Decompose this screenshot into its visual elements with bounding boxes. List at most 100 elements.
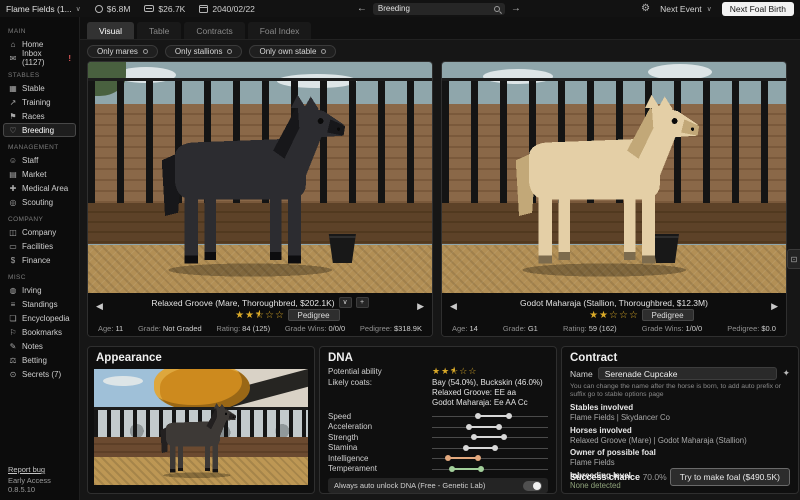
sidebar-item-staff[interactable]: ☺Staff [3,153,76,167]
horse-stats: Age:11Grade:Not GradedRating:84 (125)Gra… [88,322,432,333]
chevron-down-icon: ∨ [76,5,81,13]
tab-contracts[interactable]: Contracts [184,22,244,39]
horse-sprite [129,85,391,282]
appearance-panel: Appearance [87,346,315,494]
pedigree-button[interactable]: Pedigree [642,309,694,321]
notes-icon: ✎ [8,342,18,351]
foal-sprite [147,399,255,480]
filter-only-mares[interactable]: Only mares [87,45,158,58]
horse-caption: ◀ ▶ Relaxed Groove (Mare, Thoroughbred, … [88,293,432,336]
sidebar-item-bookmarks[interactable]: ⚐Bookmarks [3,325,76,339]
training-icon: ↗ [8,98,18,107]
filter-label: Only stallions [175,47,223,56]
settings-gear-icon[interactable]: ⚙ [641,3,650,14]
sidebar-item-medical-area[interactable]: ✚Medical Area [3,181,76,195]
report-bug-link[interactable]: Report bug [8,465,79,474]
random-name-icon[interactable]: ✦ [782,368,790,379]
side-panel-toggle-button[interactable]: ⊡ [787,249,800,269]
dna-slider-stamina: Stamina [328,443,548,454]
star-rating: ★★☆☆☆ [589,311,639,321]
dna-panel: DNA Potential ability ★★☆★☆☆ Likely coat… [319,346,557,494]
sidebar-item-races[interactable]: ⚑ Races [3,109,76,123]
slider-dot-min [475,413,481,419]
star-row: ★★☆★☆☆ Pedigree [88,309,432,322]
sidebar-item-encyclopedia[interactable]: ❏Encyclopedia [3,311,76,325]
sidebar-item-standings[interactable]: ≡Standings [3,297,76,311]
horse-dropdown-button[interactable]: ∨ [339,297,352,308]
stables-involved-value: Flame Fields | Skydancer Co [570,413,790,422]
sidebar-item-notes[interactable]: ✎Notes [3,339,76,353]
star-rating: ★★☆★☆☆ [235,311,285,321]
sidebar-item-breeding[interactable]: ♡ Breeding [3,123,76,137]
sidebar-item-stable[interactable]: ▦Stable [3,81,76,95]
tab-visual[interactable]: Visual [87,22,134,39]
sidebar-item-facilities[interactable]: ▭Facilities [3,239,76,253]
sidebar-item-label: Home [22,40,43,49]
stables-involved-label: Stables involved [570,403,790,412]
next-event-dropdown[interactable]: Next Event ∨ [660,4,712,14]
coin-icon [95,5,103,13]
search-input[interactable]: Breeding [378,4,490,13]
tab-table[interactable]: Table [137,22,181,39]
filter-label: Only mares [97,47,138,56]
horse-title: Relaxed Groove (Mare, Thoroughbred, $202… [151,298,334,308]
breeding-icon: ♡ [8,126,18,135]
money-secondary-display: $26.7K [144,4,185,14]
horses-involved-value: Relaxed Groove (Mare) | Godot Maharaja (… [570,436,790,445]
sidebar-section-title: STABLES [8,72,76,79]
sidebar-item-finance[interactable]: $Finance [3,253,76,267]
filter-only-stallions[interactable]: Only stallions [165,45,243,58]
tab-bar: VisualTableContractsFoal Index [87,22,311,39]
dna-slider-intelligence: Intelligence [328,453,548,464]
add-horse-button[interactable]: + [356,297,369,308]
filter-only-own-stable[interactable]: Only own stable [249,45,336,58]
auto-unlock-toggle[interactable] [523,481,542,491]
dna-sliders: SpeedAccelerationStrengthStaminaIntellig… [328,411,548,474]
success-chance-value: 70.0% [643,472,667,482]
sidebar: MAIN⌂Home✉Inbox (1127)!STABLES▦Stable↗Tr… [0,17,80,500]
app-window: Flame Fields (1... ∨ $6.8M $26.7K 2040/0… [0,0,800,500]
date-value: 2040/02/22 [212,4,255,14]
stat-grade: Grade:Not Graded [138,324,202,333]
search-box[interactable]: Breeding [373,3,505,15]
secrets-icon: ⊙ [8,370,18,379]
sidebar-footer: Report bug Early Access 0.8.5.10 [8,465,79,494]
home-icon: ⌂ [8,40,18,49]
stable-selector[interactable]: Flame Fields (1... ∨ [6,4,81,14]
sidebar-item-market[interactable]: ▤Market [3,167,76,181]
stat-grade: Grade:G1 [503,324,538,333]
staff-icon: ☺ [8,156,18,165]
tab-foal-index[interactable]: Foal Index [248,22,312,39]
sidebar-item-secrets-7[interactable]: ⊙Secrets (7) [3,367,76,381]
sidebar-item-label: Breeding [22,126,54,135]
foal-name-input[interactable]: Serenade Cupcake [598,367,778,380]
sidebar-item-label: Irving [22,286,42,295]
dna-title: DNA [328,347,548,367]
owner-label: Owner of possible foal [570,448,790,457]
inbox-alert-badge: ! [68,54,71,63]
slider-dot-max [492,445,498,451]
sidebar-item-betting[interactable]: ⚖Betting [3,353,76,367]
go-button[interactable]: → [511,4,521,14]
sidebar-item-company[interactable]: ◫Company [3,225,76,239]
sidebar-item-scouting[interactable]: ◎Scouting [3,195,76,209]
sidebar-item-label: Company [22,228,56,237]
finance-icon: $ [8,256,18,265]
dna-slider-acceleration: Acceleration [328,422,548,433]
next-event-label: Next Event [660,4,702,14]
stable-name: Flame Fields (1... [6,4,72,14]
stat-rating: Rating:59 (162) [563,324,617,333]
sidebar-section-title: MANAGEMENT [8,144,76,151]
sidebar-item-inbox-1127[interactable]: ✉Inbox (1127)! [3,51,76,65]
topbar-right: ⚙ Next Event ∨ Next Foal Birth [641,2,794,16]
pedigree-button[interactable]: Pedigree [288,309,340,321]
sidebar-item-irving[interactable]: ◍Irving [3,283,76,297]
stat-grade-wins: Grade Wins:1/0/0 [642,324,702,333]
next-foal-birth-button[interactable]: Next Foal Birth [722,2,794,16]
sidebar-item-training[interactable]: ↗Training [3,95,76,109]
sidebar-item-label: Races [22,112,45,121]
back-button[interactable]: ← [357,4,367,14]
slider-track [432,422,548,432]
try-make-foal-button[interactable]: Try to make foal ($490.5K) [670,468,790,486]
races-icon: ⚑ [8,112,18,121]
